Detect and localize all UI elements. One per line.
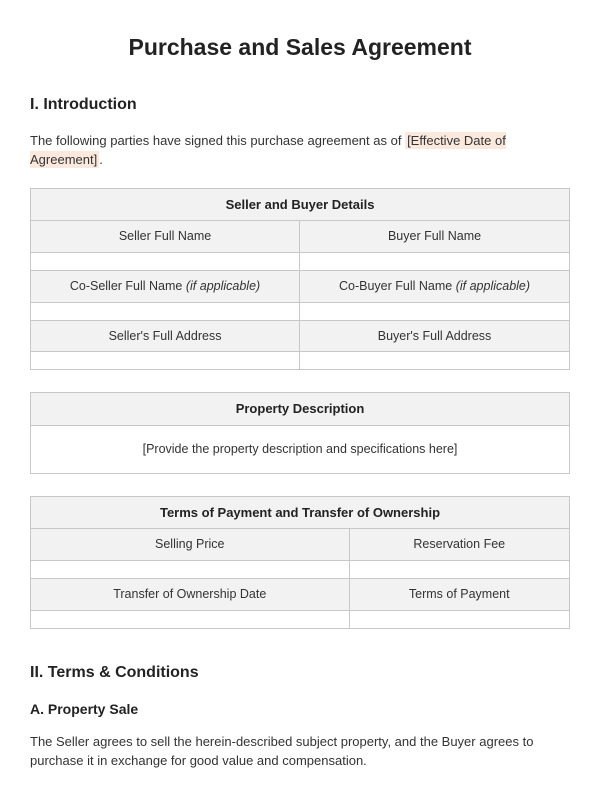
co-buyer-label-text: Co-Buyer Full Name [339, 279, 456, 293]
buyer-name-field[interactable] [300, 252, 570, 270]
reservation-fee-label: Reservation Fee [349, 529, 570, 561]
intro-paragraph: The following parties have signed this p… [30, 131, 570, 170]
co-buyer-name-field[interactable] [300, 302, 570, 320]
seller-name-field[interactable] [31, 252, 300, 270]
section-introduction-heading: I. Introduction [30, 93, 570, 117]
selling-price-field[interactable] [31, 560, 350, 578]
property-description-field[interactable]: [Provide the property description and sp… [31, 425, 570, 473]
seller-name-label: Seller Full Name [31, 221, 300, 253]
table-title-property-description: Property Description [31, 393, 570, 426]
intro-text-after: . [99, 152, 103, 167]
reservation-fee-field[interactable] [349, 560, 570, 578]
seller-buyer-details-table: Seller and Buyer Details Seller Full Nam… [30, 188, 570, 371]
seller-address-label: Seller's Full Address [31, 320, 300, 352]
buyer-address-label: Buyer's Full Address [300, 320, 570, 352]
selling-price-label: Selling Price [31, 529, 350, 561]
intro-text-before: The following parties have signed this p… [30, 133, 405, 148]
transfer-date-field[interactable] [31, 610, 350, 628]
table-title-terms-payment: Terms of Payment and Transfer of Ownersh… [31, 496, 570, 529]
document-title: Purchase and Sales Agreement [30, 30, 570, 65]
buyer-address-field[interactable] [300, 352, 570, 370]
subsection-property-sale-heading: A. Property Sale [30, 699, 570, 720]
terms-payment-table: Terms of Payment and Transfer of Ownersh… [30, 496, 570, 629]
property-sale-paragraph: The Seller agrees to sell the herein-des… [30, 732, 570, 771]
buyer-name-label: Buyer Full Name [300, 221, 570, 253]
section-terms-heading: II. Terms & Conditions [30, 661, 570, 685]
co-seller-label-text: Co-Seller Full Name [70, 279, 186, 293]
co-seller-name-label: Co-Seller Full Name (if applicable) [31, 270, 300, 302]
table-title-seller-buyer: Seller and Buyer Details [31, 188, 570, 221]
co-seller-name-field[interactable] [31, 302, 300, 320]
terms-payment-label: Terms of Payment [349, 578, 570, 610]
co-seller-italic: (if applicable) [186, 279, 260, 293]
transfer-date-label: Transfer of Ownership Date [31, 578, 350, 610]
co-buyer-italic: (if applicable) [456, 279, 530, 293]
seller-address-field[interactable] [31, 352, 300, 370]
co-buyer-name-label: Co-Buyer Full Name (if applicable) [300, 270, 570, 302]
terms-payment-field[interactable] [349, 610, 570, 628]
property-description-table: Property Description [Provide the proper… [30, 392, 570, 473]
